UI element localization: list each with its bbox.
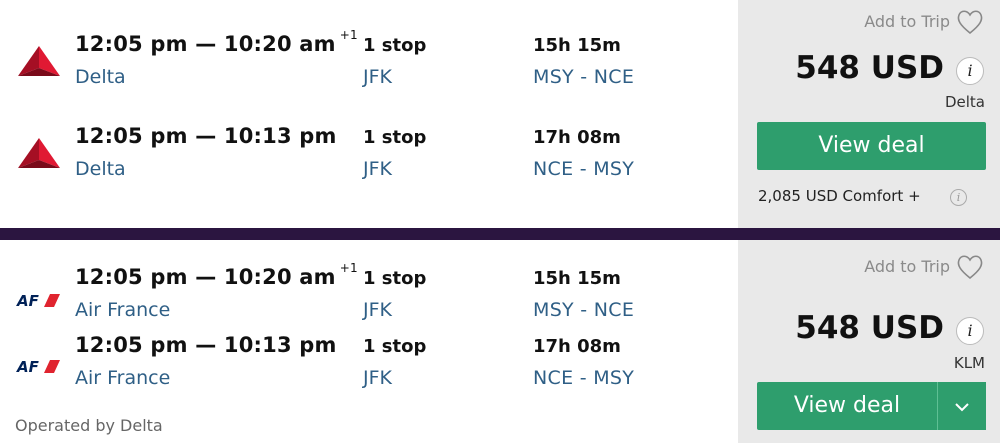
result-divider — [0, 228, 1000, 240]
view-deal-button[interactable]: View deal — [757, 382, 937, 430]
heart-outline-icon[interactable] — [956, 254, 984, 280]
comfort-plus-price[interactable]: 2,085 USD Comfort + — [758, 187, 921, 205]
info-icon[interactable]: i — [950, 189, 967, 206]
flight-route: NCE - MSY — [533, 367, 635, 389]
airline-name: Air France — [75, 299, 171, 321]
flight-leg-return: 12:05 pm — 10:13 pm Delta 1 stop JFK 17h… — [0, 124, 740, 184]
flight-times: 12:05 pm — 10:13 pm — [75, 124, 337, 148]
info-icon[interactable]: i — [956, 317, 984, 345]
flight-leg-outbound: AF 12:05 pm — 10:20 am +1 Air France 1 st… — [0, 261, 740, 325]
air-france-logo-icon: AF — [16, 358, 60, 376]
view-deal-button[interactable]: View deal — [757, 122, 986, 170]
flight-route: MSY - NCE — [533, 299, 635, 321]
flight-route: MSY - NCE — [533, 66, 635, 88]
flight-times: 12:05 pm — 10:20 am +1 — [75, 261, 358, 289]
flight-duration: 17h 08m — [533, 336, 621, 357]
layover-airport: JFK — [363, 299, 392, 321]
day-offset: +1 — [339, 28, 358, 42]
deal-options-dropdown[interactable] — [937, 382, 986, 430]
layover-airport: JFK — [363, 158, 392, 180]
flight-duration: 15h 15m — [533, 35, 621, 56]
layover-airport: JFK — [363, 367, 392, 389]
airline-name: Air France — [75, 367, 171, 389]
provider-name: Delta — [944, 93, 985, 111]
provider-name: KLM — [953, 354, 985, 372]
flight-times: 12:05 pm — 10:13 pm — [75, 333, 337, 357]
stops-count: 1 stop — [363, 336, 427, 357]
flight-route: NCE - MSY — [533, 158, 635, 180]
flight-duration: 17h 08m — [533, 127, 621, 148]
stops-count: 1 stop — [363, 127, 427, 148]
price: 548 USD — [795, 310, 944, 346]
svg-text:AF: AF — [16, 292, 40, 310]
operated-by-note: Operated by Delta — [15, 416, 163, 435]
airline-name: Delta — [75, 66, 126, 88]
day-offset: +1 — [339, 261, 358, 275]
airline-name: Delta — [75, 158, 126, 180]
result-card-1[interactable]: 12:05 pm — 10:20 am +1 Delta 1 stop JFK 1… — [0, 0, 1000, 228]
svg-text:AF: AF — [16, 358, 40, 376]
layover-airport: JFK — [363, 66, 392, 88]
flight-times: 12:05 pm — 10:20 am +1 — [75, 28, 358, 56]
add-to-trip-link[interactable]: Add to Trip — [864, 257, 950, 276]
delta-logo-icon — [18, 138, 60, 168]
air-france-logo-icon: AF — [16, 292, 60, 310]
flight-leg-return: AF 12:05 pm — 10:13 pm Air France 1 stop… — [0, 333, 740, 393]
chevron-down-icon — [955, 402, 969, 411]
flight-leg-outbound: 12:05 pm — 10:20 am +1 Delta 1 stop JFK 1… — [0, 28, 740, 92]
add-to-trip-link[interactable]: Add to Trip — [864, 12, 950, 31]
flight-duration: 15h 15m — [533, 268, 621, 289]
heart-outline-icon[interactable] — [956, 9, 984, 35]
stops-count: 1 stop — [363, 268, 427, 289]
price: 548 USD — [795, 50, 944, 86]
info-icon[interactable]: i — [956, 57, 984, 85]
stops-count: 1 stop — [363, 35, 427, 56]
result-card-2[interactable]: AF 12:05 pm — 10:20 am +1 Air France 1 st… — [0, 240, 1000, 443]
delta-logo-icon — [18, 46, 60, 76]
